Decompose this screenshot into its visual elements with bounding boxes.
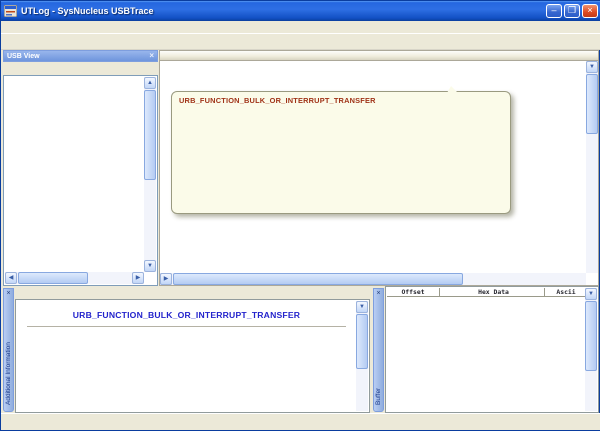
close-button[interactable]: ×	[582, 4, 598, 18]
hex-view: Offset Hex Data Ascii	[387, 288, 585, 411]
device-tree	[5, 77, 144, 272]
additional-info-label: Additional Information	[5, 300, 12, 405]
scroll-left-icon[interactable]: ◀	[5, 272, 17, 284]
grid-vscroll-thumb[interactable]	[586, 74, 598, 134]
usb-view-title: USB View	[7, 53, 40, 60]
minimize-button[interactable]: –	[546, 4, 562, 18]
scroll-down-icon[interactable]: ▼	[356, 301, 368, 313]
app-window: UTLog - SysNucleus USBTrace – ❒ × USB Vi…	[0, 0, 600, 431]
hex-col-ascii: Ascii	[545, 288, 585, 296]
status-bar	[1, 413, 600, 430]
app-icon	[4, 5, 17, 17]
info-divider	[27, 326, 346, 327]
hex-vertical-scrollbar[interactable]: ▲ ▼	[585, 288, 597, 411]
tree-horizontal-scrollbar[interactable]: ◀ ▶	[5, 272, 144, 284]
buffer-label: Buffer	[375, 300, 382, 405]
scroll-right-icon[interactable]: ▶	[132, 272, 144, 284]
menu-bar	[1, 21, 600, 34]
scroll-down-icon[interactable]: ▼	[585, 288, 597, 300]
maximize-button[interactable]: ❒	[564, 4, 580, 18]
buffer-hex-panel: Offset Hex Data Ascii ▲ ▼	[385, 286, 599, 413]
tooltip-pointer	[447, 86, 458, 93]
grid-hscroll-thumb[interactable]	[173, 273, 463, 285]
hex-vscroll-thumb[interactable]	[585, 301, 597, 371]
grid-vertical-scrollbar[interactable]: ▲ ▼	[586, 61, 598, 273]
panel-close-icon[interactable]: ×	[4, 289, 13, 298]
tooltip-title: URB_FUNCTION_BULK_OR_INTERRUPT_TRANSFER	[179, 96, 503, 105]
hex-header-row: Offset Hex Data Ascii	[387, 288, 585, 297]
scroll-up-icon[interactable]: ▲	[144, 77, 156, 89]
info-vertical-scrollbar[interactable]: ▲ ▼	[356, 301, 368, 411]
buffer-side-tab[interactable]: × Buffer	[373, 288, 384, 412]
panel-close-icon[interactable]: ×	[374, 289, 383, 298]
title-bar: UTLog - SysNucleus USBTrace – ❒ ×	[1, 1, 600, 21]
hex-col-offset: Offset	[387, 288, 439, 296]
tree-vertical-scrollbar[interactable]: ▲ ▼	[144, 77, 156, 272]
scroll-right-icon[interactable]: ▶	[160, 273, 172, 285]
info-heading: URB_FUNCTION_BULK_OR_INTERRUPT_TRANSFER	[17, 310, 356, 320]
usb-view-close-icon[interactable]: ×	[149, 52, 154, 60]
grid-header-row	[160, 51, 598, 61]
hex-col-data: Hex Data	[439, 288, 545, 296]
tree-hscroll-thumb[interactable]	[18, 272, 88, 284]
additional-info-panel: URB_FUNCTION_BULK_OR_INTERRUPT_TRANSFER …	[15, 286, 370, 413]
info-vscroll-thumb[interactable]	[356, 314, 368, 369]
scroll-down-icon[interactable]: ▼	[144, 260, 156, 272]
info-panel-tabs	[15, 286, 370, 299]
additional-info-side-tab[interactable]: × Additional Information	[3, 288, 14, 412]
toolbar	[1, 34, 600, 50]
window-title: UTLog - SysNucleus USBTrace	[21, 6, 544, 16]
scroll-down-icon[interactable]: ▼	[586, 61, 598, 73]
info-panel-body: URB_FUNCTION_BULK_OR_INTERRUPT_TRANSFER …	[15, 299, 370, 413]
usb-view-panel: USB View × ▲ ▼ ◀ ▶	[3, 50, 158, 286]
device-tree-box: ▲ ▼ ◀ ▶	[3, 75, 158, 286]
tree-vscroll-thumb[interactable]	[144, 90, 156, 180]
grid-horizontal-scrollbar[interactable]: ◀ ▶	[160, 273, 586, 285]
urb-detail-tooltip: URB_FUNCTION_BULK_OR_INTERRUPT_TRANSFER	[171, 91, 511, 214]
usb-view-header: USB View ×	[3, 50, 158, 62]
usb-view-tabs	[3, 62, 158, 75]
